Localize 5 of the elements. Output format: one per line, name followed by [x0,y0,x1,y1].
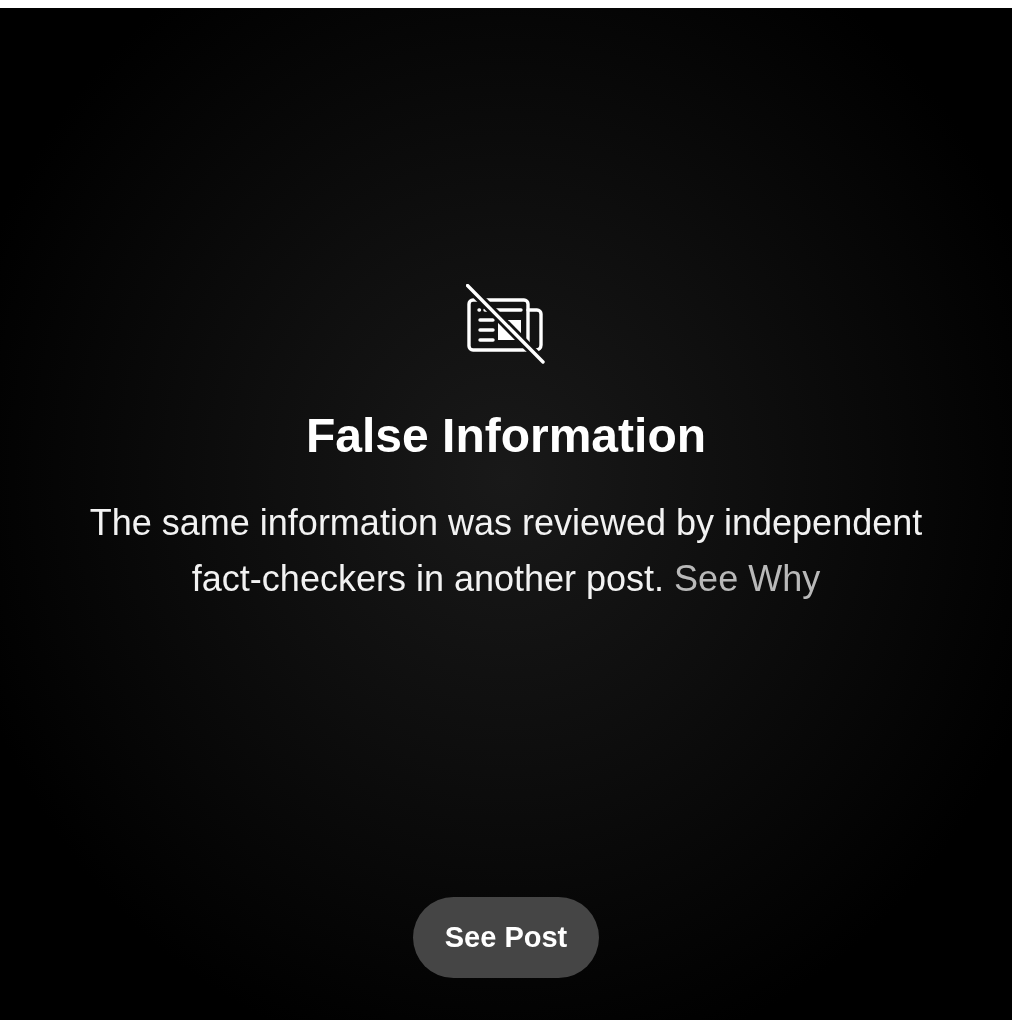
warning-message: The same information was reviewed by independent fact-checkers in another post. See Why [88,501,924,601]
see-why-link[interactable]: See Why [674,558,821,599]
crossed-out-newspaper-icon [466,284,546,364]
see-post-button[interactable]: See Post [412,897,600,978]
warning-title: False Information [305,408,707,463]
